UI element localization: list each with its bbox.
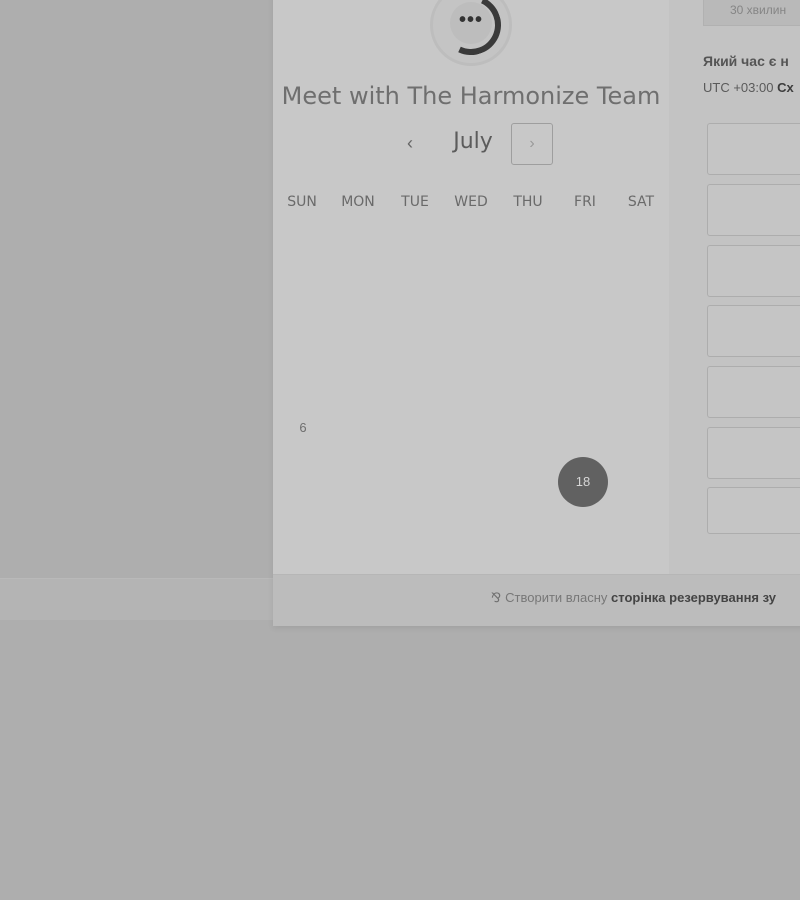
booking-footer: ⅋ Створити власну сторінка резервування з… (273, 574, 800, 626)
previous-month-button[interactable]: ‹ (398, 131, 422, 155)
time-slot[interactable] (707, 184, 800, 236)
time-slot[interactable] (707, 245, 800, 297)
footer-text-prefix: Створити власну (505, 590, 608, 605)
create-booking-page-link[interactable]: ⅋ Створити власну сторінка резервування з… (491, 590, 800, 606)
weekday-tue: TUE (401, 194, 429, 210)
timezone-name: Сх (777, 80, 794, 95)
calendar-day-18-selected[interactable]: 18 (558, 457, 608, 507)
footer-text-bold: сторінка резервування зу (611, 590, 777, 605)
calendar-panel: ••• Meet with The Harmonize Team ‹ July … (273, 0, 669, 574)
timezone-offset: UTC +03:00 (703, 80, 774, 95)
time-slot[interactable] (707, 487, 800, 534)
month-navigation: ‹ July › (273, 123, 669, 167)
timezone-question: Який час є н (703, 53, 789, 69)
time-slot-panel: 30 хвилин Який час є н UTC +03:00 Сх (669, 0, 800, 574)
weekday-fri: FRI (574, 194, 596, 210)
team-avatar: ••• (430, 0, 512, 66)
weekday-thu: THU (513, 194, 543, 210)
month-label: July (453, 129, 493, 154)
weekday-mon: MON (341, 194, 375, 210)
duration-tab[interactable]: 30 хвилин (703, 0, 800, 26)
time-slot[interactable] (707, 305, 800, 357)
weekday-sun: SUN (287, 194, 317, 210)
time-slot[interactable] (707, 123, 800, 175)
hubspot-sprocket-icon: ⅋ (491, 590, 502, 605)
page-title: Meet with The Harmonize Team (281, 82, 661, 110)
booking-card: ••• Meet with The Harmonize Team ‹ July … (273, 0, 800, 626)
next-month-button[interactable]: › (511, 123, 553, 165)
weekday-sat: SAT (627, 194, 655, 210)
chat-bubble-dots-icon: ••• (450, 2, 492, 44)
time-slot[interactable] (707, 366, 800, 418)
weekday-wed: WED (454, 194, 488, 210)
time-slot[interactable] (707, 427, 800, 479)
calendar-day-6[interactable]: 6 (293, 420, 313, 435)
timezone-selector[interactable]: UTC +03:00 Сх (703, 80, 800, 95)
